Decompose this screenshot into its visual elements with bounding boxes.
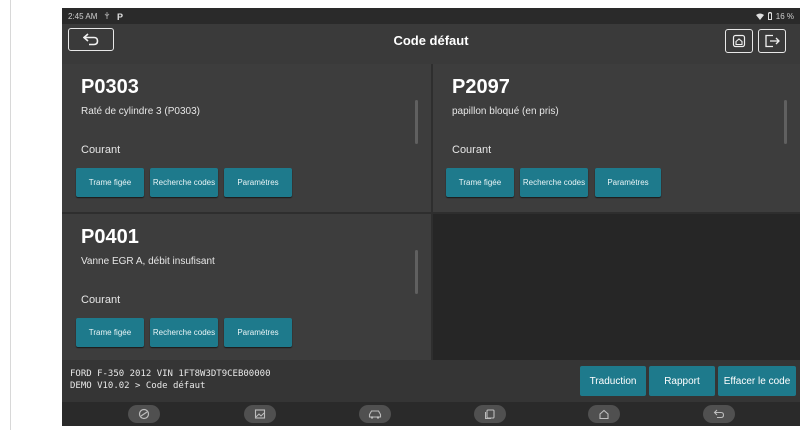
dtc-panel-p0401: P0401 Vanne EGR A, débit insufisant Cour… (62, 214, 431, 360)
dtc-status: Courant (81, 144, 121, 156)
dtc-panel-p0303: P0303 Raté de cylindre 3 (P0303) Courant… (62, 64, 431, 212)
vehicle-info: FORD F-350 2012 VIN 1FT8W3DT9CEB00000 DE… (70, 368, 270, 392)
home-icon (599, 409, 609, 420)
device-screen: 2:45 AM P 16 % Code défaut P0303 Raté de… (62, 8, 800, 426)
car-icon (368, 409, 382, 419)
code-search-button[interactable]: Recherche codes (520, 168, 588, 197)
dtc-code: P2097 (452, 76, 510, 98)
panel-scrollbar[interactable] (415, 250, 418, 294)
parameters-button[interactable]: Paramètres (224, 318, 292, 347)
home-button[interactable] (725, 29, 753, 53)
bottom-nav-bar (62, 402, 800, 426)
exit-button[interactable] (758, 29, 786, 53)
freeze-frame-button[interactable]: Trame figée (446, 168, 514, 197)
back-icon (713, 409, 725, 419)
image-icon (254, 409, 266, 419)
nav-back-button[interactable] (703, 405, 735, 423)
nav-image-button[interactable] (244, 405, 276, 423)
header-bar: Code défaut (62, 24, 800, 64)
svg-text:P: P (117, 12, 123, 21)
status-bar: 2:45 AM P 16 % (62, 8, 800, 24)
freeze-frame-button[interactable]: Trame figée (76, 318, 144, 347)
home-icon (732, 34, 746, 48)
panel-scrollbar[interactable] (415, 100, 418, 144)
p-notification-icon: P (117, 12, 123, 21)
empty-panel-area (433, 214, 800, 360)
dtc-status: Courant (81, 294, 121, 306)
parameters-button[interactable]: Paramètres (224, 168, 292, 197)
nav-home-button[interactable] (588, 405, 620, 423)
parameters-button[interactable]: Paramètres (595, 168, 661, 197)
dtc-code: P0401 (81, 226, 139, 248)
status-time: 2:45 AM (68, 11, 98, 21)
battery-icon (767, 12, 772, 20)
dtc-panel-p2097: P2097 papillon bloqué (en pris) Courant … (433, 64, 800, 212)
battery-level: 16 % (775, 11, 794, 21)
panel-scrollbar[interactable] (784, 100, 787, 144)
wifi-icon (755, 13, 764, 20)
nav-recent-apps-button[interactable] (474, 405, 506, 423)
recent-apps-icon (485, 409, 495, 419)
vehicle-line: FORD F-350 2012 VIN 1FT8W3DT9CEB00000 (70, 369, 271, 379)
translate-button[interactable]: Traduction (580, 366, 646, 396)
nav-car-button[interactable] (359, 405, 391, 423)
code-search-button[interactable]: Recherche codes (150, 318, 218, 347)
dtc-description: Vanne EGR A, débit insufisant (81, 256, 215, 267)
code-search-button[interactable]: Recherche codes (150, 168, 218, 197)
vehicle-info-bar: FORD F-350 2012 VIN 1FT8W3DT9CEB00000 DE… (62, 360, 800, 402)
dtc-code: P0303 (81, 76, 139, 98)
dtc-status: Courant (452, 144, 492, 156)
page-edge-divider (10, 0, 11, 430)
dtc-description: papillon bloqué (en pris) (452, 106, 559, 117)
page-title: Code défaut (393, 33, 469, 48)
clear-code-button[interactable]: Effacer le code (718, 366, 796, 396)
nav-diagnose-button[interactable] (128, 405, 160, 423)
report-button[interactable]: Rapport (649, 366, 715, 396)
dtc-description: Raté de cylindre 3 (P0303) (81, 106, 200, 117)
breadcrumb: DEMO V10.02 > Code défaut (70, 381, 206, 391)
exit-icon (765, 34, 780, 48)
diagnose-icon (138, 408, 150, 420)
usb-icon (105, 12, 110, 19)
freeze-frame-button[interactable]: Trame figée (76, 168, 144, 197)
